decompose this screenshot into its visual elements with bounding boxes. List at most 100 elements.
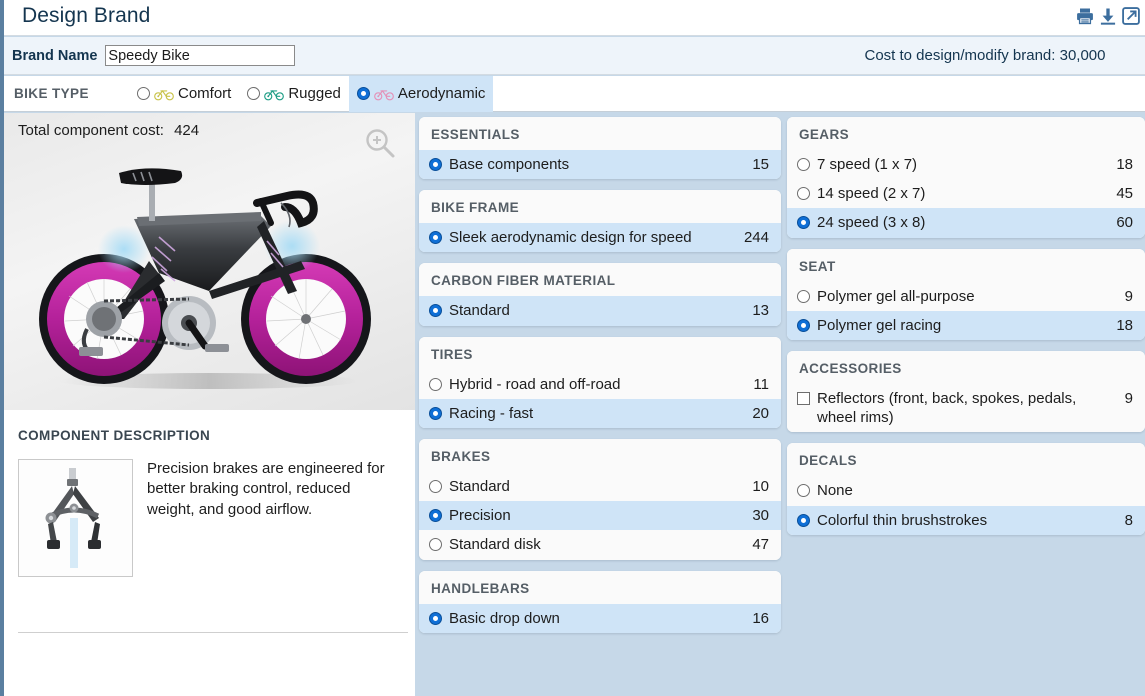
radio-selected-icon[interactable] [429,231,442,245]
radio-unselected-icon[interactable] [797,289,810,303]
option-price: 18 [1116,156,1133,173]
option-price: 16 [752,609,769,627]
option-row[interactable]: Racing - fast 20 [419,398,781,428]
panel-heading: DECALS [787,443,1145,477]
option-row[interactable]: 14 speed (2 x 7) 45 [787,179,1145,209]
option-row[interactable]: Basic drop down 16 [419,603,781,633]
option-label: Base components [449,156,570,173]
option-row[interactable]: Standard 13 [419,296,781,326]
panel-heading: TIRES [419,336,781,370]
option-row[interactable]: Sleek aerodynamic design for speed 244 [419,223,781,253]
option-label: 14 speed (2 x 7) [817,185,926,203]
section-divider [18,632,408,633]
brand-name-input[interactable] [105,45,296,66]
option-row[interactable]: Precision 30 [419,501,781,531]
option-price: 10 [752,477,769,495]
bike-type-option-rugged[interactable]: Rugged [239,76,349,112]
print-icon[interactable] [1075,6,1095,26]
options-panel-seat: SEAT Polymer gel all-purpose 9 Polymer gel … [787,248,1145,340]
option-label: 24 speed (3 x 8) [817,214,926,232]
zoom-in-icon[interactable] [363,126,397,160]
panel-heading: BRAKES [419,438,781,472]
option-label: Standard [449,302,510,320]
option-row[interactable]: Reflectors (front, back, spokes, pedals,… [787,383,1145,433]
download-icon[interactable] [1098,6,1118,26]
options-panel-brakes: BRAKES Standard 10 Precision 30 Standard disk… [419,438,781,560]
option-label: Precision [449,507,511,525]
page-title: Design Brand [22,4,151,27]
radio-selected-icon[interactable] [429,158,442,171]
option-row[interactable]: 24 speed (3 x 8) 60 [787,208,1145,238]
brake-caliper-thumbnail [18,459,133,577]
option-price: 20 [752,404,769,422]
bike-illustration [39,168,371,389]
bike-type-option-label: Rugged [288,85,341,102]
right-options-column: GEARS 7 speed (1 x 7) 18 14 speed (2 x 7) 45… [787,117,1145,546]
option-row[interactable]: Standard disk 47 [419,530,781,560]
panel-heading: SEAT [787,248,1145,282]
bike-type-option-label: Comfort [178,85,232,102]
option-label: Polymer gel racing [817,316,942,334]
option-price: 9 [1124,287,1133,305]
radio-unselected-icon[interactable] [429,538,442,552]
radio-selected-icon[interactable] [429,304,442,318]
radio-unselected-icon[interactable] [797,187,810,201]
option-label: Basic drop down [449,609,560,627]
panel-heading: BIKE FRAME [419,190,781,224]
brand-name-label: Brand Name [12,47,98,64]
option-label: Racing - fast [449,404,534,422]
options-panel-tires: TIRES Hybrid - road and off-road 11 Racing … [419,336,781,428]
option-price: 30 [752,507,769,525]
bike-type-option-aerodynamic[interactable]: Aerodynamic [348,75,494,112]
radio-selected-icon[interactable] [429,406,442,420]
component-description-text: Precision brakes are engineered for bett… [147,460,385,518]
radio-selected-icon[interactable] [356,87,370,100]
radio-unselected-icon[interactable] [797,158,810,171]
radio-selected-icon[interactable] [429,509,442,523]
radio-unselected-icon[interactable] [797,484,810,498]
radio-unselected-icon[interactable] [429,377,442,391]
option-row[interactable]: 7 speed (1 x 7) 18 [787,150,1145,180]
option-price: 8 [1124,511,1133,529]
panel-heading: HANDLEBARS [419,570,781,604]
radio-selected-icon[interactable] [797,513,810,527]
bike-preview-panel: Total component cost: 424 [4,113,415,410]
options-panel-carbon-fiber-material: CARBON FIBER MATERIAL Standard 13 [419,263,781,326]
cost-to-design-label: Cost to design/modify brand: 30,000 [864,47,1106,64]
brand-name-row: Brand Name Cost to design/modify brand: … [4,37,1145,75]
option-price: 15 [752,156,769,173]
middle-options-column: ESSENTIALS Base components 15 BIKE FRAME Sle… [419,117,781,644]
radio-selected-icon[interactable] [797,216,810,230]
option-price: 13 [752,302,769,320]
panel-heading: ACCESSORIES [787,350,1145,384]
option-price: 18 [1116,316,1133,334]
bike-type-option-comfort[interactable]: Comfort [129,76,239,112]
panel-heading: CARBON FIBER MATERIAL [419,263,781,297]
option-row[interactable]: Standard 10 [419,471,781,502]
options-panel-accessories: ACCESSORIES Reflectors (front, back, spok… [787,350,1145,433]
radio-selected-icon[interactable] [797,318,810,332]
option-price: 11 [753,375,769,393]
title-bar: Design Brand [4,0,1145,36]
option-price: 47 [752,536,769,554]
option-row[interactable]: Colorful thin brushstrokes 8 [787,505,1145,535]
option-row[interactable]: Polymer gel racing 18 [787,310,1145,340]
option-label: Standard [449,477,510,495]
open-in-new-icon[interactable] [1121,6,1141,26]
option-row[interactable]: Polymer gel all-purpose 9 [787,281,1145,311]
bike-type-options: Comfort Rugged Aerodynamic [129,75,494,112]
radio-unselected-icon[interactable] [247,87,261,100]
option-label: Standard disk [449,536,541,554]
radio-selected-icon[interactable] [429,611,442,625]
radio-unselected-icon[interactable] [137,87,150,100]
option-price: 9 [1124,389,1133,407]
option-row[interactable]: None [787,476,1145,506]
bike-type-option-label: Aerodynamic [397,85,486,102]
option-price: 60 [1116,214,1133,232]
option-row[interactable]: Hybrid - road and off-road 11 [419,369,781,399]
options-panel-gears: GEARS 7 speed (1 x 7) 18 14 speed (2 x 7) 45… [787,117,1145,238]
component-description-body: Precision brakes are engineered for bett… [18,459,415,577]
radio-unselected-icon[interactable] [429,479,442,493]
checkbox-unselected-icon[interactable] [797,391,810,405]
option-row[interactable]: Base components 15 [419,150,781,180]
